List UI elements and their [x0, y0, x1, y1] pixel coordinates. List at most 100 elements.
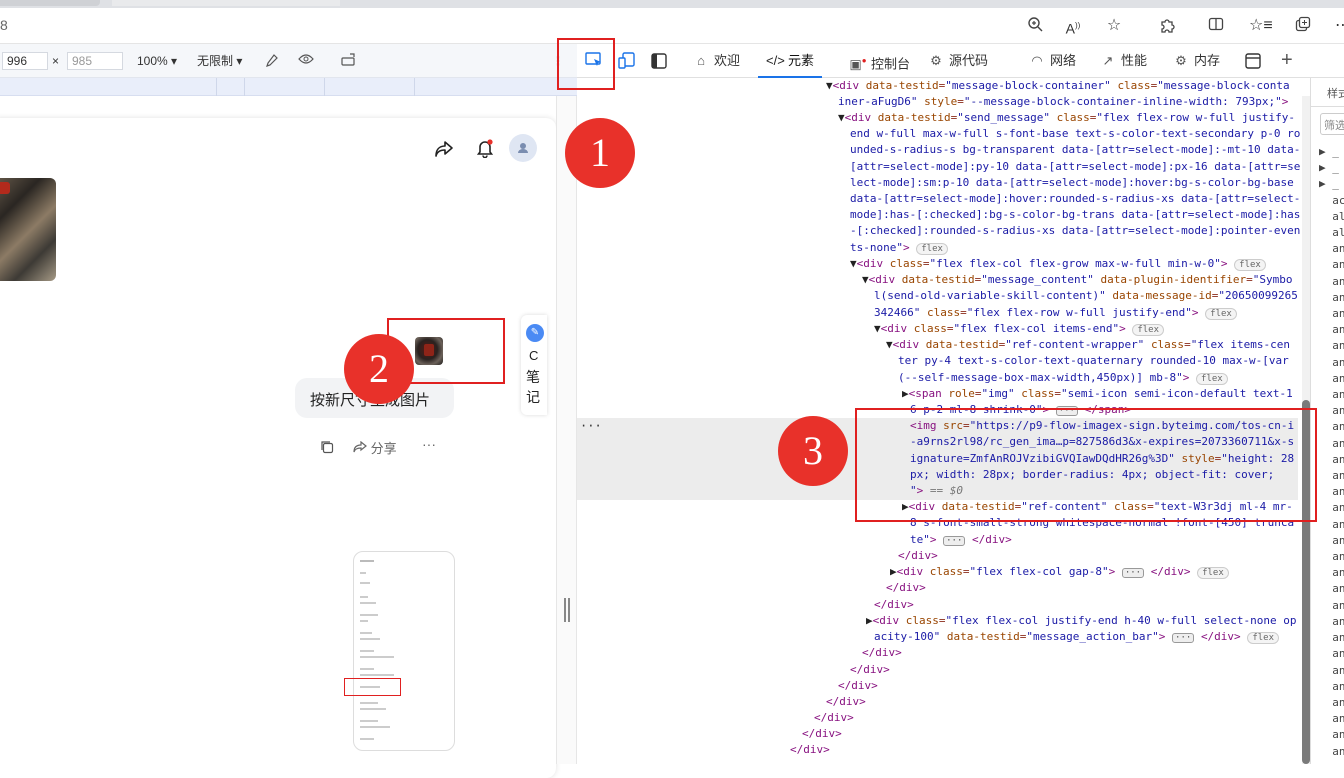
tab-console[interactable]: ▣● 控制台 [849, 44, 910, 78]
dom-line[interactable]: ▶<div class="flex flex-col justify-end h… [866, 613, 1297, 629]
tab-elements[interactable]: </> 元素 [758, 44, 823, 78]
favorite-star-icon[interactable]: ☆ [1103, 16, 1125, 36]
dom-line[interactable]: acity-100" data-testid="message_action_b… [874, 629, 1279, 645]
more-actions-button[interactable]: ··· [422, 436, 436, 452]
memory-icon: ⚙ [1175, 53, 1187, 68]
zoom-select[interactable]: 100% ▾ [137, 53, 177, 69]
height-input[interactable]: 985 [67, 52, 123, 70]
tab-performance[interactable]: ↗ 性能 [1099, 44, 1147, 78]
dom-line[interactable]: ts-none"> flex [850, 240, 948, 256]
favorites-icon[interactable]: ☆≡ [1249, 16, 1273, 36]
annotation-box-3 [855, 408, 1317, 522]
dom-line[interactable]: iner-aFugD6" style="--message-block-cont… [838, 94, 1288, 110]
splitter-grip[interactable] [564, 598, 570, 622]
avatar[interactable] [509, 134, 537, 162]
code-icon: </> [766, 53, 785, 68]
annotation-badge-3: 3 [778, 416, 848, 486]
notes-label-1: 笔 [526, 369, 540, 385]
dom-line[interactable]: lect-mode]:sm:p-10 data-[attr=select-mod… [850, 175, 1294, 191]
dom-line[interactable]: </div> [862, 645, 902, 661]
rotate-icon[interactable] [341, 53, 357, 71]
annotation-badge-1: 1 [565, 118, 635, 188]
notes-sidebar-widget[interactable]: ✎ C 笔 记 [521, 315, 547, 415]
bell-icon[interactable] [475, 138, 495, 161]
chat-panel: 按新尺寸生成图片 分享 ··· ✎ C 笔 记 [0, 118, 556, 778]
tab-welcome[interactable]: ⌂ 欢迎 [692, 44, 740, 78]
phone-screenshot-preview[interactable] [344, 551, 455, 751]
add-tab-icon[interactable]: + [1281, 49, 1293, 72]
tab-sources[interactable]: ⚙ 源代码 [927, 44, 988, 78]
dom-line[interactable]: [attr=select-mode]:py-10 data-[attr=sele… [850, 159, 1300, 175]
address-bar: 8 A)) ☆ ☆≡ ⋯ [0, 8, 1344, 44]
dom-line[interactable]: </div> [814, 710, 854, 726]
dom-line[interactable]: 342466" class="flex flex-row w-full just… [874, 305, 1237, 321]
annotation-badge-2: 2 [344, 334, 414, 404]
dom-line[interactable]: </div> [886, 580, 926, 596]
url-text[interactable]: 8 [0, 17, 8, 33]
tab-network[interactable]: ◠ 网络 [1028, 44, 1076, 78]
dom-line[interactable]: </div> [838, 678, 878, 694]
collections-icon[interactable] [1292, 16, 1314, 36]
dock-side-icon[interactable] [651, 53, 667, 72]
dom-line[interactable]: ▼<div data-testid="send_message" class="… [838, 110, 1295, 126]
dom-line[interactable]: end w-full max-w-full s-font-base text-s… [850, 126, 1300, 142]
times-sign: × [52, 54, 60, 68]
styles-filter-input[interactable]: 筛选 [1320, 113, 1344, 135]
split-screen-icon[interactable] [1205, 16, 1227, 36]
eyedropper-icon[interactable] [263, 53, 279, 73]
device-emulation-icon[interactable] [618, 52, 636, 73]
copy-icon[interactable] [320, 440, 334, 457]
notes-letter: C [529, 348, 539, 363]
zoom-icon[interactable] [1024, 16, 1046, 36]
sources-icon: ⚙ [930, 53, 942, 68]
dom-line[interactable]: unded-s-radius-s bg-transparent data-[at… [850, 142, 1300, 158]
notes-label-2: 记 [526, 389, 540, 405]
panel-splitter[interactable] [556, 96, 577, 764]
share-small-icon [353, 440, 371, 456]
dom-line[interactable]: ▼<div data-testid="message_content" data… [862, 272, 1293, 288]
dom-line[interactable]: </div> [826, 694, 866, 710]
dom-line[interactable]: (--self-message-box-max-width,450px)] mb… [898, 370, 1228, 386]
dom-line[interactable]: </div> [850, 662, 890, 678]
preview-highlight-box [344, 678, 401, 696]
wifi-icon: ◠ [1031, 53, 1043, 68]
extensions-icon[interactable] [1156, 16, 1178, 36]
dom-line[interactable]: ▼<div data-testid="ref-content-wrapper" … [886, 337, 1290, 353]
dom-line[interactable]: ▶<span role="img" class="semi-icon semi-… [902, 386, 1293, 402]
dom-line[interactable]: </div> [790, 742, 830, 758]
dom-line[interactable]: data-[attr=select-mode]:hover:rounded-s-… [850, 191, 1300, 207]
performance-icon: ↗ [1102, 53, 1114, 68]
dom-line[interactable]: </div> [898, 548, 938, 564]
application-tab-icon[interactable] [1245, 53, 1261, 72]
node-ellipsis[interactable]: ··· [580, 418, 602, 434]
dom-line[interactable]: </div> [802, 726, 842, 742]
dom-line[interactable]: ▼<div class="flex flex-col items-end"> f… [874, 321, 1165, 337]
dom-line[interactable]: -[:checked]:rounded-s-radius-xs data-[at… [850, 223, 1300, 239]
vision-icon[interactable] [298, 53, 314, 69]
notes-icon: ✎ [526, 324, 544, 342]
tab-memory[interactable]: ⚙ 内存 [1172, 44, 1220, 78]
dom-line[interactable]: </div> [874, 597, 914, 613]
media-query-ruler [0, 78, 577, 96]
width-input[interactable]: 996 [2, 52, 48, 70]
read-aloud-icon[interactable]: A)) [1062, 16, 1084, 37]
share-button[interactable]: 分享 [353, 438, 397, 457]
dom-line[interactable]: ▶<div class="flex flex-col gap-8"> ··· <… [890, 564, 1229, 580]
throttle-select[interactable]: 无限制 ▾ [197, 53, 242, 69]
share-icon[interactable] [434, 140, 454, 161]
generated-image-thumbnail[interactable] [0, 178, 56, 281]
browser-tab[interactable] [0, 0, 100, 6]
dom-line[interactable]: mode]:has-[:checked]:bg-s-color-bg-trans… [850, 207, 1300, 223]
devtools-tabbar: ⌂ 欢迎 </> 元素 ▣● 控制台 ⚙ 源代码 ◠ 网络 ↗ 性能 ⚙ 内存 + [577, 44, 1344, 78]
annotation-box-1 [557, 38, 615, 90]
dom-line[interactable]: ▼<div class="flex flex-col flex-grow max… [850, 256, 1266, 272]
dom-line[interactable]: te"> ··· </div> [910, 532, 1012, 548]
styles-tab[interactable]: 样式 [1327, 85, 1344, 101]
dom-line[interactable]: ▼<div data-testid="message-block-contain… [826, 78, 1290, 94]
dom-line[interactable]: ter py-4 text-s-color-text-quaternary ro… [898, 353, 1289, 369]
more-icon[interactable]: ⋯ [1332, 16, 1344, 36]
dom-line[interactable]: l(send-old-variable-skill-content)" data… [874, 288, 1298, 304]
browser-tab[interactable] [112, 0, 340, 6]
share-label: 分享 [370, 441, 397, 456]
console-icon: ▣● [849, 56, 867, 72]
